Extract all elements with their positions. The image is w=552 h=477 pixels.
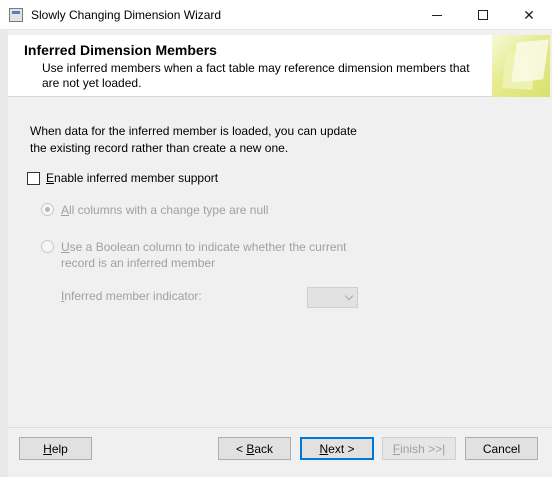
label-text: se a Boolean column to indicate whether … — [61, 240, 347, 270]
intro-text: When data for the inferred member is loa… — [30, 124, 357, 155]
radio-label: All columns with a change type are null — [61, 202, 268, 218]
maximize-button[interactable] — [460, 0, 506, 30]
radio-all-columns-null: All columns with a change type are null — [41, 202, 268, 218]
close-button[interactable]: ✕ — [506, 0, 552, 30]
checkbox-label[interactable]: Enable inferred member support — [46, 171, 218, 185]
page-description: Use inferred members when a fact table m… — [42, 61, 470, 90]
mnemonic-char: H — [43, 441, 52, 456]
minimize-button[interactable] — [414, 0, 460, 30]
cancel-button[interactable]: Cancel — [465, 437, 538, 460]
close-icon: ✕ — [523, 6, 535, 23]
enable-inferred-member-checkbox[interactable]: Enable inferred member support — [27, 171, 218, 185]
mnemonic-char: B — [246, 441, 255, 456]
inferred-indicator-label: Inferred member indicator: — [61, 289, 202, 303]
window-left-edge — [0, 30, 8, 477]
radio-button — [41, 203, 54, 216]
banner-shape — [511, 39, 549, 83]
wizard-page-content: When data for the inferred member is loa… — [8, 97, 552, 427]
radio-boolean-column: Use a Boolean column to indicate whether… — [41, 239, 351, 271]
footer-divider — [8, 427, 552, 428]
button-label: ext > — [328, 441, 355, 456]
checkbox-box[interactable] — [27, 171, 40, 185]
page-header: Inferred Dimension Members Use inferred … — [8, 35, 550, 97]
button-label: elp — [51, 441, 68, 456]
inferred-indicator-dropdown — [307, 287, 358, 308]
wizard-app-icon — [9, 8, 23, 22]
button-label: ack — [254, 441, 274, 456]
minimize-icon — [432, 14, 442, 16]
window-title: Slowly Changing Dimension Wizard — [31, 8, 222, 22]
radio-button — [41, 240, 54, 253]
mnemonic-char: F — [392, 441, 401, 456]
title-bar: Slowly Changing Dimension Wizard ✕ — [0, 0, 552, 30]
label-text: nable inferred member support — [54, 171, 219, 185]
button-label: inish >>| — [400, 441, 446, 456]
back-button[interactable]: < Back — [218, 437, 291, 460]
next-button[interactable]: Next > — [300, 437, 374, 460]
label-text: nferred member indicator: — [64, 289, 202, 303]
chevron-down-icon — [344, 291, 354, 301]
mnemonic-char: E — [46, 171, 55, 185]
mnemonic-char: U — [61, 240, 70, 254]
header-banner-graphic — [492, 35, 550, 97]
button-prefix: < — [235, 441, 247, 456]
help-button[interactable]: Help — [19, 437, 92, 460]
label-text: ll columns with a change type are null — [69, 203, 269, 217]
radio-label: Use a Boolean column to indicate whether… — [61, 239, 351, 271]
mnemonic-char: N — [319, 441, 329, 456]
mnemonic-char: A — [61, 203, 70, 217]
maximize-icon — [478, 10, 488, 20]
page-title: Inferred Dimension Members — [24, 42, 217, 58]
finish-button: Finish >>| — [382, 437, 456, 460]
